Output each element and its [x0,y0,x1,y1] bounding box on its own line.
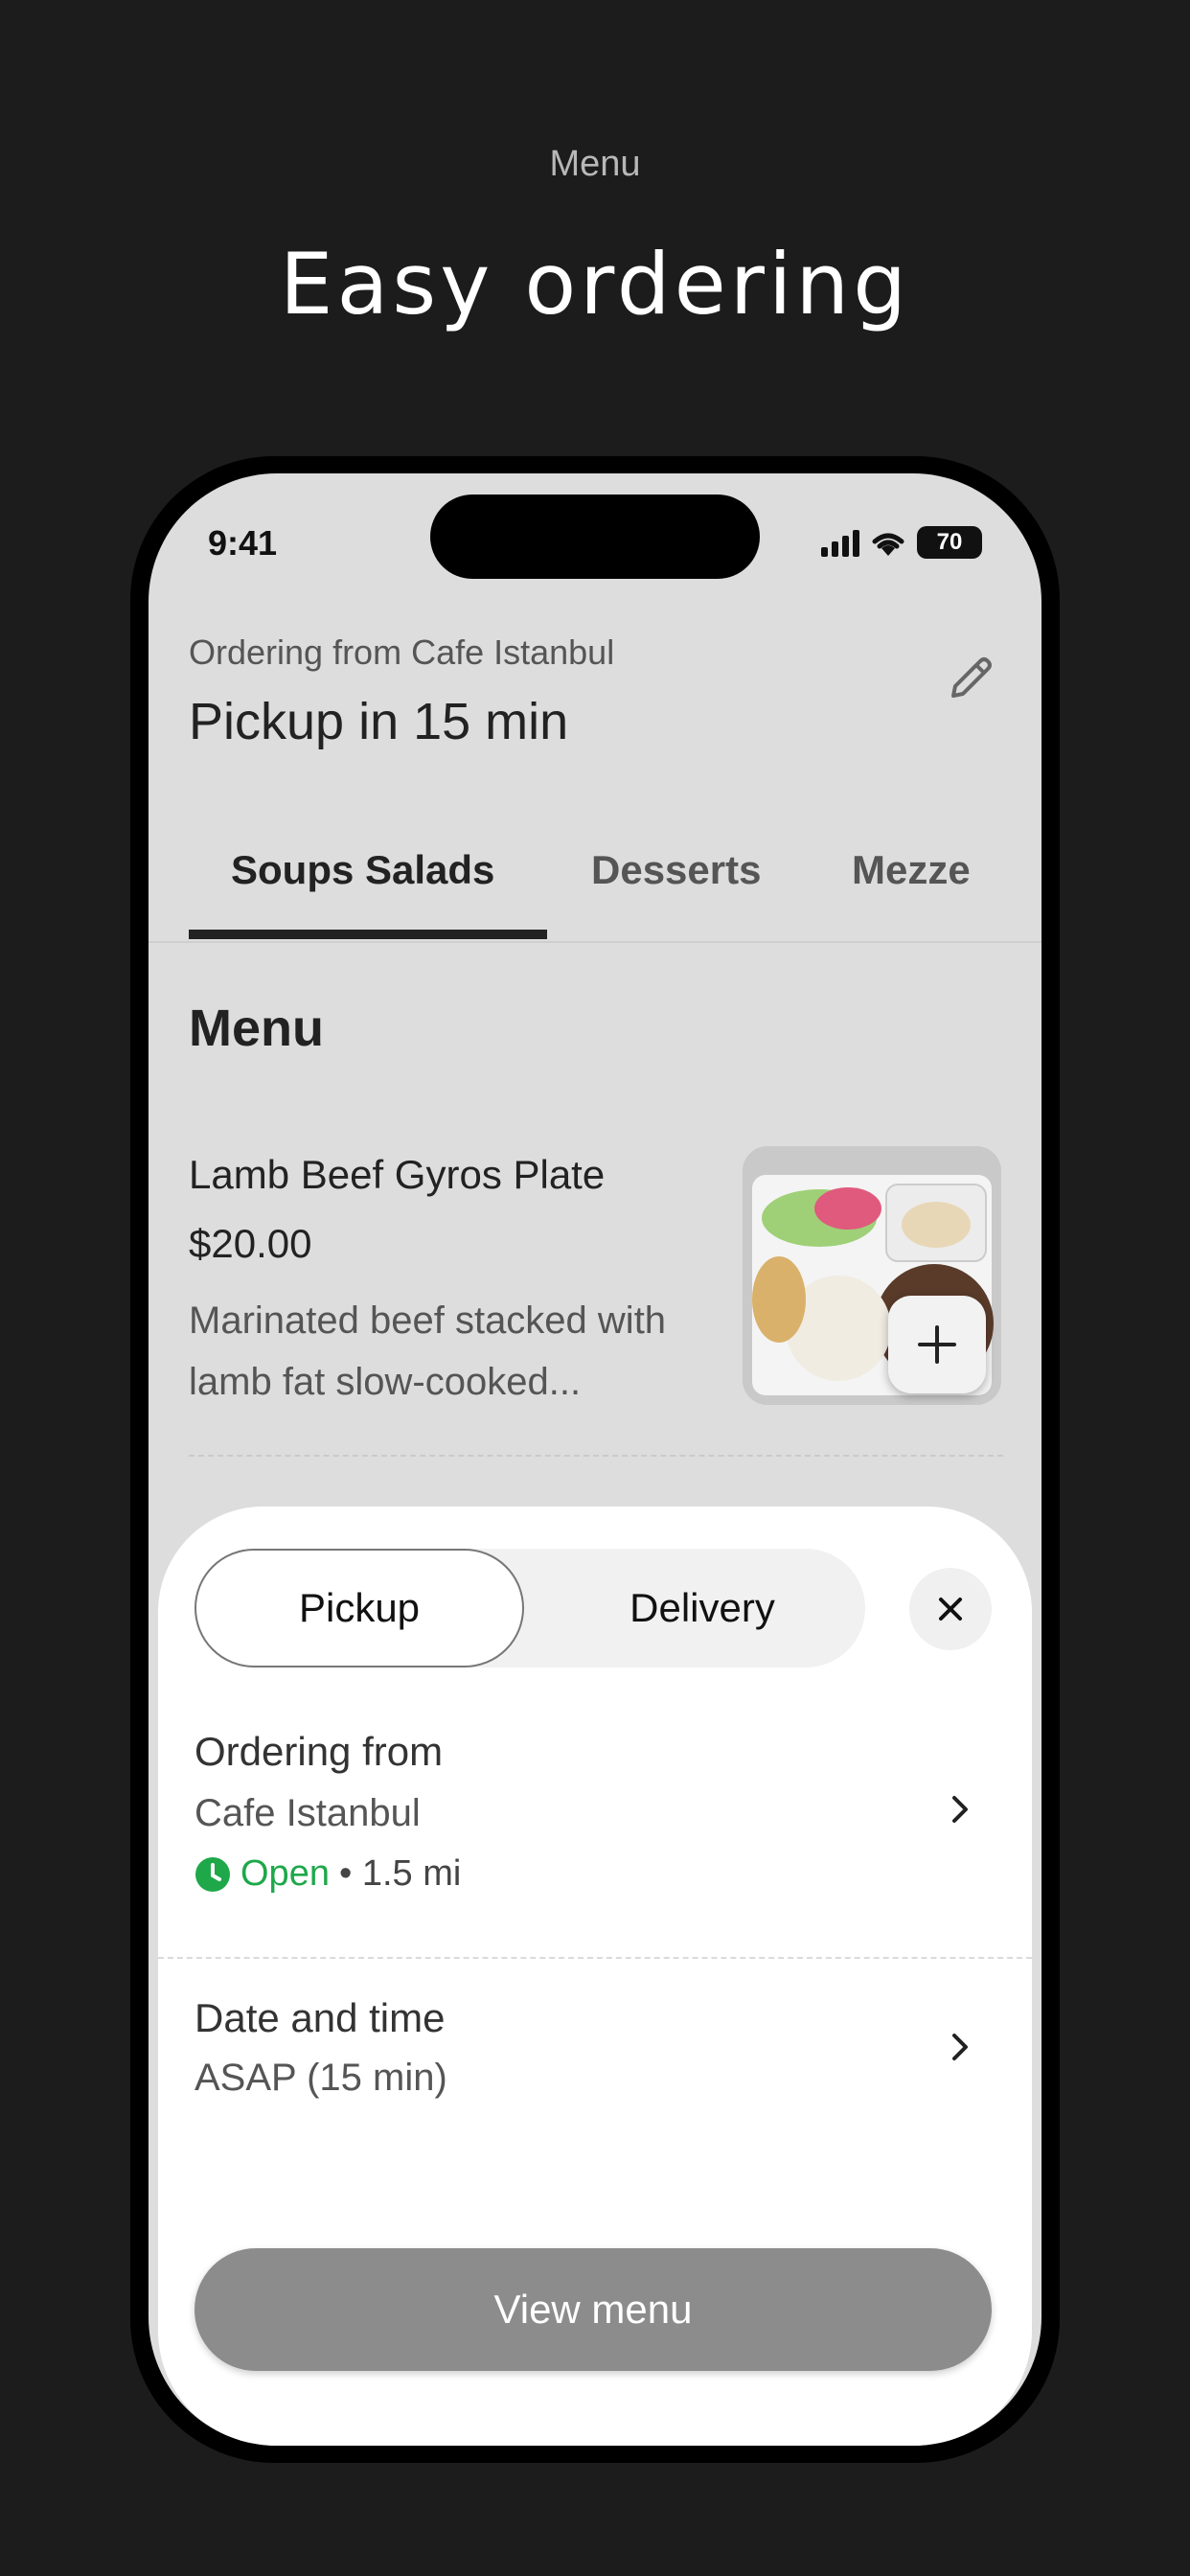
location-status: Open • 1.5 mi [195,1853,461,1895]
location-name: Cafe Istanbul [195,1792,421,1834]
order-options-sheet: Pickup Delivery Ordering from Cafe Istan… [158,1506,1032,2446]
status-icons: 70 [821,523,982,562]
chevron-right-icon[interactable] [946,1790,974,1828]
close-button[interactable] [909,1568,992,1650]
category-tabs: Soups Salads Desserts Mezze [149,818,1041,943]
menu-item-description: Marinated beef stacked with lamb fat slo… [189,1300,667,1403]
fulfillment-toggle: Pickup Delivery [195,1549,865,1668]
menu-item-price: $20.00 [189,1221,312,1266]
clock-icon [195,1856,230,1892]
tab-desserts[interactable]: Desserts [591,847,761,893]
battery-indicator: 70 [917,526,982,559]
chevron-right-icon[interactable] [946,2028,974,2066]
promo-subtitle: Menu [549,144,641,184]
distance: • 1.5 mi [338,1853,462,1894]
datetime-value: ASAP (15 min) [195,2057,447,2099]
tab-soups-salads[interactable]: Soups Salads [231,847,494,893]
menu-item-name[interactable]: Lamb Beef Gyros Plate [189,1152,605,1198]
sheet-divider [158,1957,1032,1959]
add-item-button[interactable] [888,1296,986,1393]
open-status: Open [240,1853,330,1894]
datetime-row-title[interactable]: Date and time [195,1995,445,2041]
delivery-option[interactable]: Delivery [539,1549,865,1668]
menu-heading: Menu [189,1000,324,1057]
location-row-title[interactable]: Ordering from [195,1729,443,1775]
pencil-icon[interactable] [942,650,999,707]
ordering-from-label: Ordering from Cafe Istanbul [189,632,615,672]
tab-mezze[interactable]: Mezze [852,847,971,893]
menu-divider [189,1455,1003,1457]
view-menu-button[interactable]: View menu [195,2248,992,2371]
plus-icon [918,1325,956,1364]
phone-screen: 9:41 70 Ordering from Cafe Istanbul Pick… [149,473,1041,2446]
signal-icon [821,528,859,557]
promo-title: Easy ordering [279,235,911,334]
active-tab-indicator [189,930,547,939]
status-time: 9:41 [208,523,278,563]
pickup-time-title: Pickup in 15 min [189,693,569,750]
close-icon [939,1598,962,1621]
pickup-option[interactable]: Pickup [195,1549,524,1668]
wifi-icon [872,533,904,556]
dynamic-island [430,494,760,579]
